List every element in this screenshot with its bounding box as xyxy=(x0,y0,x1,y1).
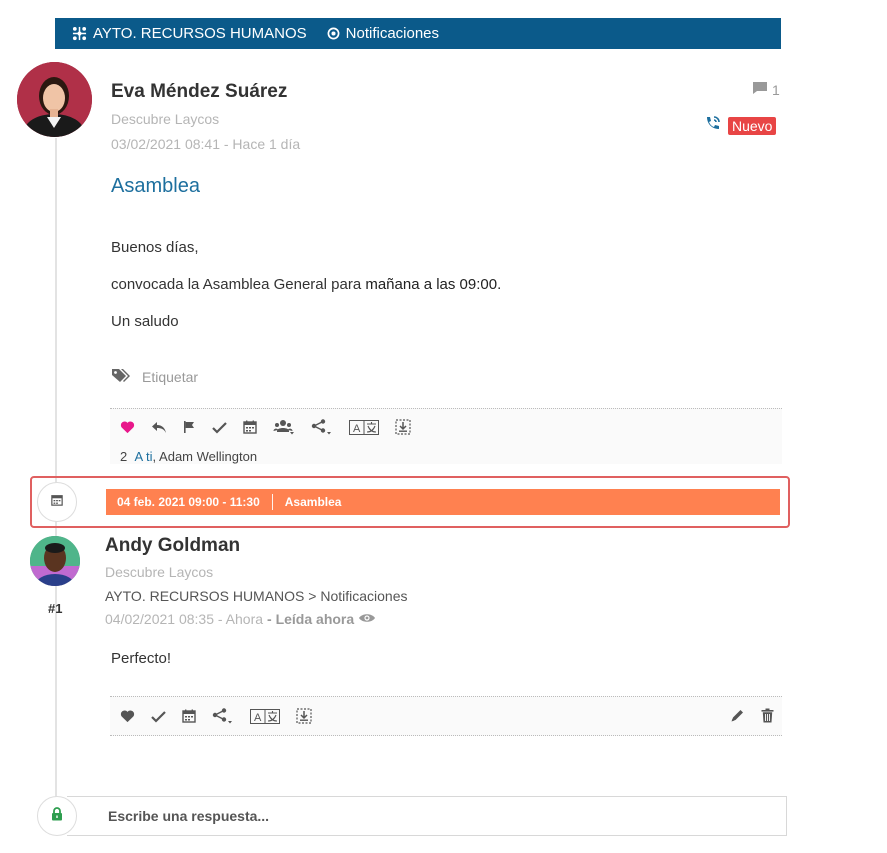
read-status: - Leída ahora xyxy=(267,611,355,627)
tag-label: Etiquetar xyxy=(142,369,199,385)
heart-icon[interactable] xyxy=(120,709,135,723)
eye-icon[interactable] xyxy=(358,611,376,627)
breadcrumb-channel[interactable]: Notificaciones xyxy=(327,25,439,42)
group-name: AYTO. RECURSOS HUMANOS xyxy=(93,25,307,42)
body-text: convocada la Asamblea General para xyxy=(111,276,366,293)
comment-count-value: 1 xyxy=(772,81,780,98)
share-icon[interactable] xyxy=(212,708,234,724)
calendar-icon[interactable] xyxy=(182,709,196,723)
svg-text:A: A xyxy=(254,712,262,724)
breadcrumb-group[interactable]: AYTO. RECURSOS HUMANOS xyxy=(72,25,307,42)
post-source: Descubre Laycos xyxy=(111,111,220,127)
reply-body: Perfecto! xyxy=(111,650,172,667)
event-datetime: 04 feb. 2021 09:00 - 11:30 xyxy=(117,495,260,509)
trash-icon[interactable] xyxy=(761,708,774,723)
share-icon[interactable] xyxy=(311,419,333,435)
translate-icon[interactable]: A xyxy=(250,708,280,724)
group-icon[interactable] xyxy=(273,419,295,435)
body-highlight: mañana a las 09:00. xyxy=(365,276,502,293)
event-title: Asamblea xyxy=(284,495,342,509)
reply-path[interactable]: AYTO. RECURSOS HUMANOS > Notificaciones xyxy=(105,588,408,604)
reply-actions: A xyxy=(110,696,782,736)
event-separator xyxy=(271,494,273,510)
calendar-icon xyxy=(51,493,63,511)
reply-datetime: 04/02/2021 08:35 - Ahora xyxy=(105,611,264,627)
network-icon xyxy=(72,26,87,41)
check-icon[interactable] xyxy=(151,710,166,723)
reply-input[interactable] xyxy=(67,796,787,836)
target-icon xyxy=(327,27,340,40)
lock-icon xyxy=(51,806,63,826)
reply-author-avatar[interactable] xyxy=(30,536,80,586)
phone-ring-icon xyxy=(704,115,724,136)
svg-text:A: A xyxy=(353,423,361,435)
reply-number: #1 xyxy=(48,601,63,616)
flag-icon[interactable] xyxy=(183,420,196,434)
tag-action[interactable]: Etiquetar xyxy=(111,368,198,386)
calendar-icon[interactable] xyxy=(243,420,257,434)
post-status: Nuevo xyxy=(704,115,777,136)
post-actions: A 2 A ti, Adam Wellington xyxy=(110,408,782,464)
event-banner[interactable]: 04 feb. 2021 09:00 - 11:30 Asamblea xyxy=(106,489,780,515)
tags-icon xyxy=(111,368,130,386)
reply-icon[interactable] xyxy=(151,420,167,434)
post-body-line-2: convocada la Asamblea General para mañan… xyxy=(111,276,501,293)
translate-icon[interactable]: A xyxy=(349,419,379,435)
reply-timeline-node xyxy=(37,796,77,836)
edit-icon[interactable] xyxy=(730,708,745,723)
author-avatar[interactable] xyxy=(17,62,92,137)
likes-count: 2 xyxy=(120,449,128,464)
post-author[interactable]: Eva Méndez Suárez xyxy=(111,81,287,103)
post-body-line-1: Buenos días, xyxy=(111,239,199,256)
reply-author[interactable]: Andy Goldman xyxy=(105,535,240,557)
comment-icon xyxy=(752,81,768,98)
channel-header: AYTO. RECURSOS HUMANOS Notificaciones xyxy=(55,18,781,49)
post-datetime: 03/02/2021 08:41 - Hace 1 día xyxy=(111,136,301,152)
heart-icon[interactable] xyxy=(120,420,135,434)
download-box-icon[interactable] xyxy=(395,419,411,435)
reply-source: Descubre Laycos xyxy=(105,564,214,580)
event-timeline-node xyxy=(37,482,77,522)
download-box-icon[interactable] xyxy=(296,708,312,724)
post-title[interactable]: Asamblea xyxy=(111,175,200,198)
channel-name: Notificaciones xyxy=(345,25,440,42)
likes-summary: 2 A ti, Adam Wellington xyxy=(120,449,257,464)
comment-count[interactable]: 1 xyxy=(752,81,780,98)
likes-you-link[interactable]: A ti xyxy=(134,449,152,464)
likes-others[interactable]: , Adam Wellington xyxy=(153,449,258,464)
check-icon[interactable] xyxy=(212,421,227,434)
timeline-line xyxy=(55,138,57,798)
new-badge: Nuevo xyxy=(728,116,777,135)
reply-meta: 04/02/2021 08:35 - Ahora - Leída ahora xyxy=(105,611,376,627)
post-body-line-3: Un saludo xyxy=(111,313,179,330)
